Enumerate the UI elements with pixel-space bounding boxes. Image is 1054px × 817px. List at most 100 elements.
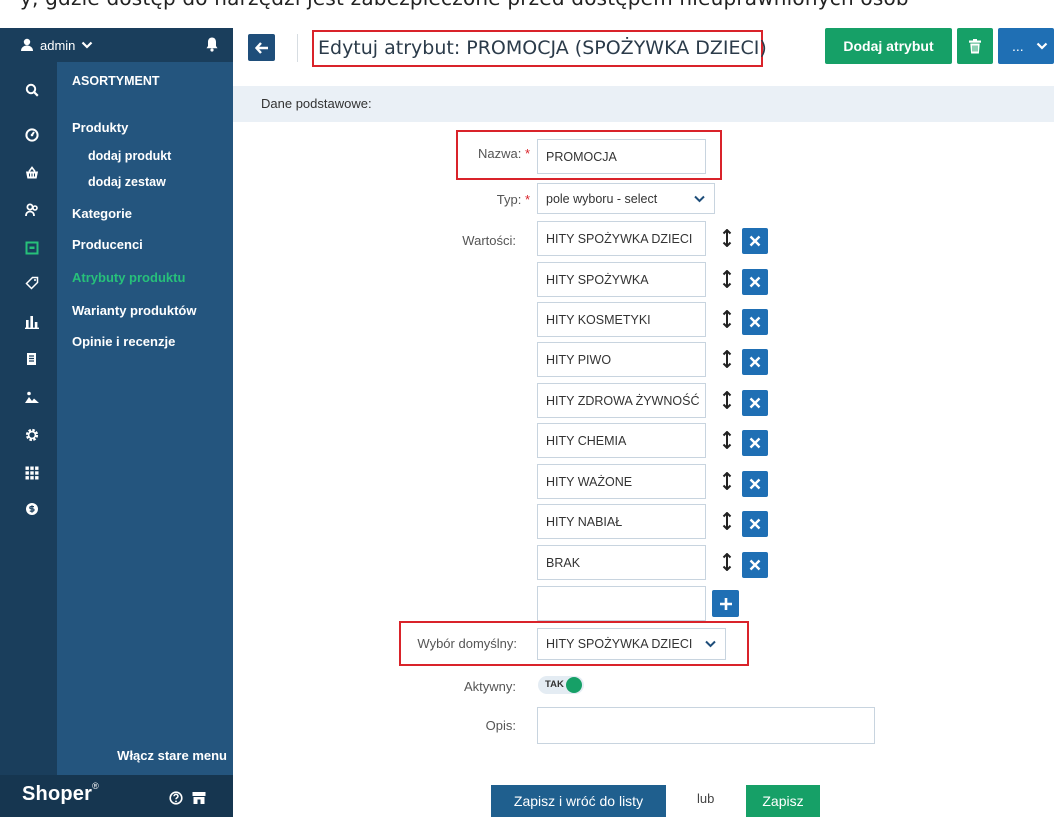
value-input[interactable]: HITY KOSMETYKI: [537, 302, 706, 337]
basket-icon[interactable]: [25, 166, 39, 180]
value-input[interactable]: HITY WAŻONE: [537, 464, 706, 499]
save-and-return-button[interactable]: Zapisz i wróć do listy: [491, 785, 666, 817]
nav-item-dodaj-produkt[interactable]: dodaj produkt: [88, 149, 171, 163]
value-input[interactable]: HITY SPOŻYWKA DZIECI: [537, 221, 706, 256]
page-header: Edytuj atrybut: PROMOCJA (SPOŻYWKA DZIEC…: [233, 28, 1054, 86]
active-toggle[interactable]: TAK: [538, 676, 584, 694]
image-icon[interactable]: [25, 390, 39, 404]
remove-value-button[interactable]: [742, 309, 768, 335]
chevron-down-icon: [82, 41, 93, 49]
nav-item-kategorie[interactable]: Kategorie: [72, 206, 132, 221]
shoper-logo: Shoper®: [22, 781, 99, 805]
default-choice-select[interactable]: HITY SPOŻYWKA DZIECI: [537, 628, 726, 660]
old-menu-link[interactable]: Włącz stare menu: [117, 748, 227, 763]
user-name: admin: [40, 37, 76, 53]
remove-value-button[interactable]: [742, 552, 768, 578]
grid-icon[interactable]: [25, 466, 39, 480]
nav-item-warianty[interactable]: Warianty produktów: [72, 303, 196, 318]
close-icon: [749, 276, 761, 288]
sort-handle-icon[interactable]: [722, 553, 732, 571]
close-icon: [749, 518, 761, 530]
sort-handle-icon[interactable]: [722, 391, 732, 409]
bell-icon[interactable]: [205, 36, 219, 52]
remove-value-button[interactable]: [742, 430, 768, 456]
remove-value-button[interactable]: [742, 269, 768, 295]
value-input[interactable]: HITY ZDROWA ŻYWNOŚĆ: [537, 383, 706, 418]
nav-item-opinie[interactable]: Opinie i recenzje: [72, 334, 175, 349]
description-label: Opis:: [485, 718, 516, 733]
sort-handle-icon[interactable]: [722, 431, 732, 449]
remove-value-button[interactable]: [742, 390, 768, 416]
sort-handle-icon[interactable]: [722, 229, 732, 247]
nav-item-produkty[interactable]: Produkty: [72, 120, 128, 135]
nav-item-producenci[interactable]: Producenci: [72, 237, 143, 252]
header-divider: [297, 34, 298, 62]
more-label: ...: [1012, 38, 1024, 54]
nav-item-atrybuty[interactable]: Atrybuty produktu: [72, 270, 185, 285]
active-toggle-label: TAK: [545, 679, 564, 690]
value-input[interactable]: HITY CHEMIA: [537, 423, 706, 458]
box-icon[interactable]: [25, 241, 39, 255]
sort-handle-icon[interactable]: [722, 270, 732, 288]
name-label: Nazwa: *: [477, 146, 530, 161]
arrow-left-icon: [254, 41, 268, 54]
name-input[interactable]: PROMOCJA: [537, 139, 706, 174]
nav-item-dodaj-zestaw[interactable]: dodaj zestaw: [88, 175, 166, 189]
user-menu[interactable]: admin: [20, 28, 93, 62]
store-icon[interactable]: [192, 791, 206, 805]
delete-button[interactable]: [957, 28, 993, 64]
page-title: Edytuj atrybut: PROMOCJA (SPOŻYWKA DZIEC…: [318, 37, 767, 59]
new-value-input[interactable]: [537, 586, 706, 621]
add-value-button[interactable]: [712, 590, 739, 617]
type-label: Typ: *: [496, 192, 530, 207]
toggle-knob: [566, 677, 582, 693]
add-attribute-button[interactable]: Dodaj atrybut: [825, 28, 952, 64]
top-text-strip: y, gdzie dostęp do narzędzi jest zabezpi…: [0, 0, 1054, 28]
sidebar-nav-panel: ASORTYMENT Produkty dodaj produkt dodaj …: [57, 28, 233, 817]
value-input[interactable]: HITY SPOŻYWKA: [537, 262, 706, 297]
nav-section-title: ASORTYMENT: [72, 74, 160, 88]
save-button[interactable]: Zapisz: [746, 785, 820, 817]
top-cut-text: y, gdzie dostęp do narzędzi jest zabezpi…: [20, 0, 909, 10]
chevron-down-icon: [694, 195, 705, 202]
default-choice-label: Wybór domyślny:: [417, 636, 517, 651]
values-label: Wartości:: [462, 233, 516, 248]
dashboard-icon[interactable]: [25, 128, 39, 142]
remove-value-button[interactable]: [742, 471, 768, 497]
remove-value-button[interactable]: [742, 349, 768, 375]
sort-handle-icon[interactable]: [722, 350, 732, 368]
customers-icon[interactable]: [25, 203, 39, 217]
value-input[interactable]: HITY PIWO: [537, 342, 706, 377]
sort-handle-icon[interactable]: [722, 512, 732, 530]
value-input[interactable]: BRAK: [537, 545, 706, 580]
search-icon[interactable]: [25, 83, 39, 97]
help-icon[interactable]: [169, 791, 183, 805]
pages-icon[interactable]: [25, 352, 39, 366]
sidebar-icon-bar: [0, 28, 57, 817]
type-select[interactable]: pole wyboru - select: [537, 183, 715, 214]
more-actions-button[interactable]: ...: [998, 28, 1054, 64]
user-bar: admin: [0, 28, 233, 62]
dollar-icon[interactable]: [25, 502, 39, 516]
plus-icon: [719, 597, 732, 610]
sort-handle-icon[interactable]: [722, 310, 732, 328]
page-title-highlight: Edytuj atrybut: PROMOCJA (SPOŻYWKA DZIEC…: [312, 30, 767, 67]
remove-value-button[interactable]: [742, 511, 768, 537]
gear-icon[interactable]: [25, 428, 39, 442]
sort-handle-icon[interactable]: [722, 472, 732, 490]
value-input[interactable]: HITY NABIAŁ: [537, 504, 706, 539]
bar-chart-icon[interactable]: [25, 315, 39, 329]
back-button[interactable]: [248, 34, 275, 61]
description-input[interactable]: [537, 707, 875, 744]
type-select-value: pole wyboru - select: [546, 191, 658, 206]
close-icon: [749, 478, 761, 490]
tag-icon[interactable]: [25, 276, 39, 290]
section-title: Dane podstawowe:: [261, 96, 372, 111]
remove-value-button[interactable]: [742, 228, 768, 254]
trash-icon: [969, 38, 981, 53]
or-text: lub: [697, 791, 715, 806]
close-icon: [749, 235, 761, 247]
close-icon: [749, 316, 761, 328]
default-choice-value: HITY SPOŻYWKA DZIECI: [546, 637, 693, 651]
active-label: Aktywny:: [463, 679, 516, 694]
